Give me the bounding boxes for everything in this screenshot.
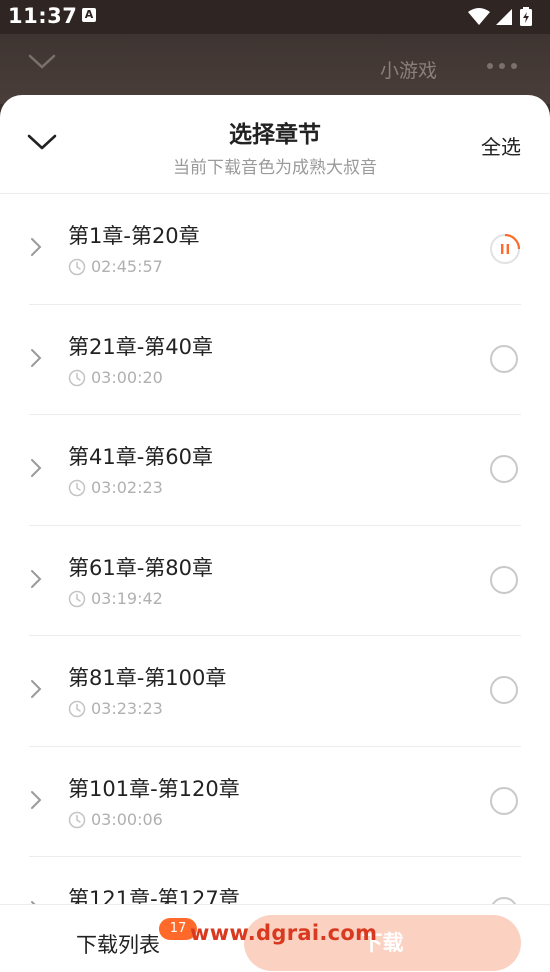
chapter-row[interactable]: 第61章-第80章 03:19:42 — [0, 526, 550, 636]
system-status-icons — [468, 7, 532, 26]
chapter-name: 第21章-第40章 — [68, 334, 214, 359]
clock-icon — [68, 700, 86, 718]
chapter-name: 第81章-第100章 — [68, 666, 227, 690]
select-radio[interactable] — [490, 676, 518, 704]
clock-icon — [68, 811, 86, 828]
more-icon[interactable] — [486, 62, 518, 70]
signal-icon — [496, 9, 512, 25]
wifi-icon — [468, 8, 490, 25]
chapter-name: 第1章-第20章 — [68, 224, 200, 248]
clock-icon — [68, 258, 86, 276]
select-all-button[interactable]: 全选 — [481, 131, 521, 160]
chapter-select-sheet: 选择章节 当前下载音色为成熟大叔音 全选 第1章-第20章 02:45:57 第21… — [0, 95, 550, 971]
battery-icon — [520, 7, 532, 26]
select-radio[interactable] — [490, 565, 518, 594]
sheet-header: 选择章节 当前下载音色为成熟大叔音 全选 — [0, 95, 550, 194]
sheet-title: 选择章节 — [229, 122, 321, 148]
select-radio[interactable] — [490, 786, 518, 815]
chapter-name: 第41章-第60章 — [68, 445, 214, 469]
status-bar: 11:37 A — [0, 0, 550, 34]
chevron-right-icon[interactable] — [29, 347, 43, 369]
clock-icon — [68, 479, 86, 497]
chevron-right-icon[interactable] — [29, 236, 43, 258]
chevron-right-icon[interactable] — [29, 568, 43, 590]
chapter-row[interactable]: 第21章-第40章 03:00:20 — [0, 305, 550, 415]
chapter-row[interactable]: 第41章-第60章 03:02:23 — [0, 415, 550, 526]
chapter-name: 第101章-第120章 — [68, 776, 240, 801]
chapter-duration: 03:23:23 — [91, 699, 163, 718]
watermark-text: www.dgrai.com — [190, 921, 378, 945]
mini-game-link[interactable]: 小游戏 — [380, 56, 437, 83]
chapter-list: 第1章-第20章 02:45:57 第21章-第40章 03:00:20 第41章-第6… — [0, 194, 550, 968]
pause-download-icon[interactable] — [489, 233, 521, 265]
select-radio[interactable] — [490, 455, 518, 483]
clock-icon — [68, 369, 86, 386]
notification-icon: A — [82, 8, 96, 22]
chapter-row[interactable]: 第101章-第120章 03:00:06 — [0, 747, 550, 857]
chevron-right-icon[interactable] — [29, 678, 43, 700]
select-radio[interactable] — [490, 344, 518, 373]
status-time: 11:37 — [8, 4, 78, 28]
chapter-row[interactable]: 第81章-第100章 03:23:23 — [0, 636, 550, 747]
chapter-name: 第61章-第80章 — [68, 555, 214, 580]
chapter-duration: 03:00:20 — [91, 367, 163, 387]
clock-icon — [68, 590, 86, 607]
voice-subtitle: 当前下载音色为成熟大叔音 — [173, 158, 377, 178]
background-page-header: 小游戏 — [0, 34, 550, 104]
chapter-duration: 03:00:06 — [91, 809, 163, 829]
chevron-right-icon[interactable] — [29, 457, 43, 479]
chapter-duration: 03:02:23 — [91, 478, 163, 497]
chapter-duration: 03:19:42 — [91, 588, 163, 608]
chapter-duration: 02:45:57 — [91, 257, 163, 276]
chevron-down-icon[interactable] — [28, 54, 56, 70]
chapter-row[interactable]: 第1章-第20章 02:45:57 — [0, 194, 550, 305]
chevron-right-icon[interactable] — [29, 789, 43, 811]
bottom-bar: 下载列表 下载 17 www.dgrai.com — [0, 904, 550, 972]
download-list-button[interactable]: 下载列表 — [76, 929, 160, 959]
